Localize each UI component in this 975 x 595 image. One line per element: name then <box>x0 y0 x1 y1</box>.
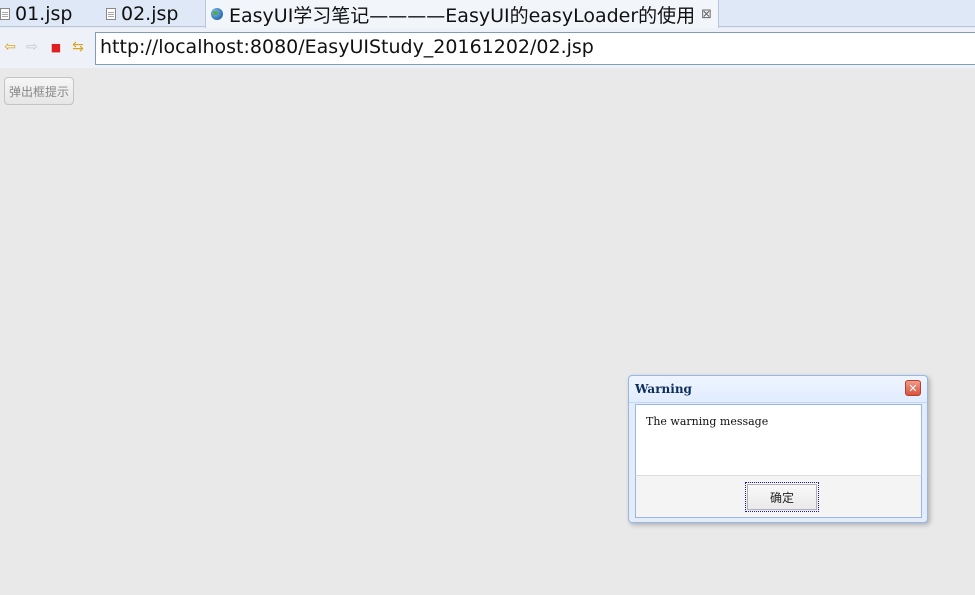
document-icon <box>106 7 116 20</box>
document-icon <box>0 7 10 20</box>
dialog-message: The warning message <box>646 415 769 428</box>
tab-easyui-page[interactable]: EasyUI学习笔记————EasyUI的easyLoader的使用 ⊠ <box>205 0 720 28</box>
show-popup-button[interactable]: 弹出框提示 <box>4 77 74 105</box>
ok-button[interactable]: 确定 <box>745 482 819 512</box>
dialog-body: The warning message <box>635 404 922 476</box>
tab-02-jsp[interactable]: 02.jsp <box>106 0 178 27</box>
tab-label: 01.jsp <box>15 2 73 25</box>
url-input[interactable]: http://localhost:8080/EasyUIStudy_201612… <box>95 32 975 65</box>
forward-arrow-icon[interactable]: ⇨ <box>24 39 40 55</box>
dialog-header[interactable]: Warning ✕ <box>629 376 927 403</box>
tab-bar: 01.jsp 02.jsp EasyUI学习笔记————EasyUI的easyL… <box>0 0 975 28</box>
close-tab-icon[interactable]: ⊠ <box>701 7 712 22</box>
close-icon[interactable]: ✕ <box>905 380 921 396</box>
stop-icon[interactable]: ■ <box>48 39 64 55</box>
dialog-footer: 确定 <box>635 475 922 518</box>
tab-label: EasyUI学习笔记————EasyUI的easyLoader的使用 <box>229 4 696 27</box>
navigation-bar: ⇦ ⇨ ■ ⇆ http://localhost:8080/EasyUIStud… <box>0 28 975 68</box>
tab-01-jsp[interactable]: 01.jsp <box>0 0 72 27</box>
dialog-title: Warning <box>635 382 692 396</box>
warning-dialog: Warning ✕ The warning message 确定 <box>628 375 928 523</box>
back-arrow-icon[interactable]: ⇦ <box>2 39 18 55</box>
globe-icon <box>211 8 223 20</box>
tab-label: 02.jsp <box>121 2 179 25</box>
refresh-icon[interactable]: ⇆ <box>70 39 86 55</box>
